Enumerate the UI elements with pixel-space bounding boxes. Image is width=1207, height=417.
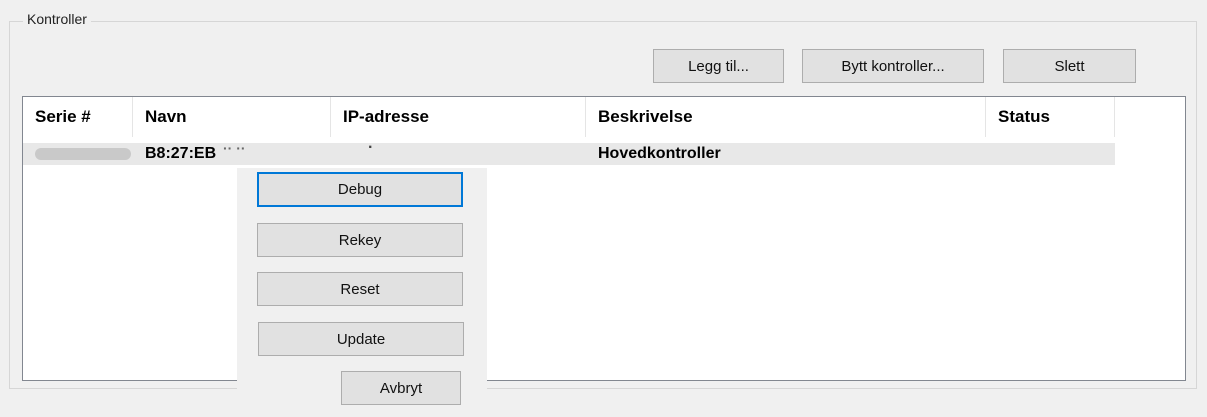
ip-cell: · (368, 139, 374, 156)
update-button[interactable]: Update (258, 322, 464, 356)
reset-button[interactable]: Reset (257, 272, 463, 306)
column-header-name[interactable]: Navn (133, 97, 331, 137)
add-button[interactable]: Legg til... (653, 49, 784, 83)
name-cell-redacted: ·· ·· (223, 140, 246, 156)
cancel-button[interactable]: Avbryt (341, 371, 461, 405)
groupbox-title: Kontroller (23, 11, 91, 27)
description-cell: Hovedkontroller (598, 145, 721, 162)
delete-button[interactable]: Slett (1003, 49, 1136, 83)
controller-list[interactable]: Serie # Navn IP-adresse Beskrivelse Stat… (22, 96, 1186, 381)
column-header-description[interactable]: Beskrivelse (586, 97, 986, 137)
column-header-ip[interactable]: IP-adresse (331, 97, 586, 137)
rekey-button[interactable]: Rekey (257, 223, 463, 257)
debug-button[interactable]: Debug (257, 172, 463, 207)
swap-controller-button[interactable]: Bytt kontroller... (802, 49, 984, 83)
name-cell: B8:27:EB (145, 145, 217, 162)
table-row[interactable]: B8:27:EB ·· ·· · Hovedkontroller (23, 139, 1115, 165)
column-header-status[interactable]: Status (986, 97, 1115, 137)
action-popup: Debug Rekey Reset Update Avbryt (237, 168, 487, 411)
column-header-serial[interactable]: Serie # (23, 97, 133, 137)
serial-cell-redacted (35, 148, 131, 160)
